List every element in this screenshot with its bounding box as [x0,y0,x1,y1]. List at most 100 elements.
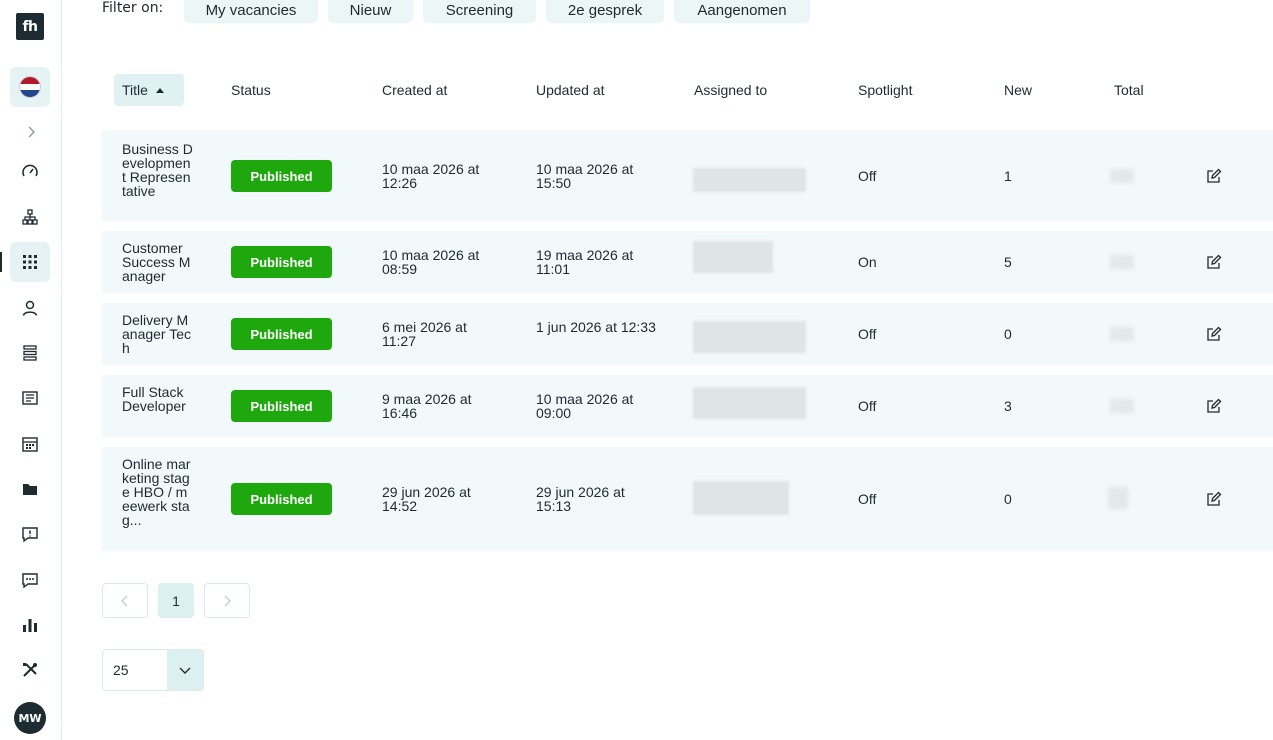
total-count-redacted [1110,255,1134,269]
filter-label: Filter on: [102,0,164,16]
tools-icon [23,663,37,677]
spotlight-value: On [858,254,877,270]
table-row[interactable]: Online marketing stage HBO / meewerk sta… [102,447,1273,551]
expand-sidebar-icon[interactable] [23,124,39,140]
grid-icon [23,255,37,269]
page-button-current[interactable]: 1 [158,583,194,618]
column-header-status[interactable]: Status [231,82,271,98]
table-row[interactable]: Business Development Representative Publ… [102,130,1273,221]
created-date: 10 maa 2026 at 08:59 [382,247,480,277]
column-header-created[interactable]: Created at [382,82,447,98]
nav-dashboard[interactable] [10,152,50,192]
created-date: 9 maa 2026 at 16:46 [382,391,472,421]
total-count-redacted [1108,487,1128,509]
vacancy-title[interactable]: Customer Success Manager [122,241,194,283]
per-page-select[interactable]: 25 [102,649,204,691]
per-page-value: 25 [113,662,129,678]
nav-feedback[interactable] [10,514,50,554]
nav-files[interactable] [10,469,50,509]
new-count: 0 [1004,326,1012,342]
spotlight-value: Off [858,491,877,507]
created-date: 6 mei 2026 at 11:27 [382,319,467,349]
spotlight-value: Off [858,398,877,414]
spotlight-value: Off [858,326,877,342]
updated-date: 10 maa 2026 at 09:00 [536,391,634,421]
column-header-title[interactable]: Title [114,74,184,106]
nav-messages[interactable] [10,560,50,600]
table-row[interactable]: Customer Success Manager Published 10 ma… [102,231,1273,293]
org-chart-icon [22,209,38,225]
total-count-redacted [1110,169,1134,183]
sort-ascending-icon [155,87,164,93]
created-date: 29 jun 2026 at 14:52 [382,484,471,514]
new-count: 0 [1004,491,1012,507]
edit-icon[interactable] [1206,491,1222,507]
assigned-to-redacted [693,241,773,273]
edit-icon[interactable] [1206,326,1222,342]
column-header-updated[interactable]: Updated at [536,82,605,98]
edit-icon[interactable] [1206,254,1222,270]
nav-settings[interactable] [10,650,50,690]
filter-chip-nieuw[interactable]: Nieuw [328,0,413,23]
chevron-left-icon [121,595,128,606]
filter-chip-2e-gesprek[interactable]: 2e gesprek [546,0,664,23]
table-row[interactable]: Delivery Manager Tech Published 6 mei 20… [102,303,1273,365]
spotlight-value: Off [858,168,877,184]
user-avatar[interactable]: MW [14,702,46,734]
chevron-right-icon [224,595,231,606]
nav-calendar[interactable] [10,424,50,464]
folder-icon [23,484,37,495]
column-header-assigned[interactable]: Assigned to [694,82,767,98]
vacancy-title[interactable]: Online marketing stage HBO / meewerk sta… [122,457,194,527]
previous-page-button[interactable] [102,583,148,618]
dutch-flag-icon [19,76,41,98]
nav-reports[interactable] [10,605,50,645]
new-count: 3 [1004,398,1012,414]
nav-content[interactable] [10,378,50,418]
filter-chip-my-vacancies[interactable]: My vacancies [184,0,318,23]
vacancy-title[interactable]: Full Stack Developer [122,385,194,413]
per-page-dropdown-toggle[interactable] [167,650,203,690]
vacancy-title[interactable]: Delivery Manager Tech [122,313,194,355]
new-count: 5 [1004,254,1012,270]
vacancy-title[interactable]: Business Development Representative [122,142,194,198]
user-icon [22,300,38,316]
created-date: 10 maa 2026 at 12:26 [382,161,480,191]
app-logo[interactable]: fh [16,13,44,40]
newspaper-icon [22,391,38,405]
next-page-button[interactable] [204,583,250,618]
language-switcher[interactable] [10,67,50,107]
filter-chip-aangenomen[interactable]: Aangenomen [674,0,810,23]
status-badge: Published [231,483,332,515]
column-header-total[interactable]: Total [1114,82,1144,98]
active-indicator [0,252,2,272]
status-badge: Published [231,318,332,350]
nav-organisation[interactable] [10,197,50,237]
column-header-title-label: Title [122,82,148,98]
updated-date: 1 jun 2026 at 12:33 [536,319,656,335]
nav-vacancies[interactable] [10,242,50,282]
nav-lists[interactable] [10,333,50,373]
total-count-redacted [1110,399,1134,413]
updated-date: 29 jun 2026 at 15:13 [536,484,625,514]
status-badge: Published [231,246,332,278]
column-header-spotlight[interactable]: Spotlight [858,82,912,98]
nav-candidates[interactable] [10,288,50,328]
status-badge: Published [231,160,332,192]
filter-chip-screening[interactable]: Screening [423,0,536,23]
edit-icon[interactable] [1206,168,1222,184]
sidebar: fh MW [0,0,62,740]
column-header-new[interactable]: New [1004,82,1032,98]
bar-chart-icon [23,619,37,632]
new-count: 1 [1004,168,1012,184]
assigned-to-redacted [693,481,789,515]
assigned-to-redacted [693,387,806,419]
updated-date: 10 maa 2026 at 15:50 [536,161,634,191]
table-row[interactable]: Full Stack Developer Published 9 maa 202… [102,375,1273,437]
chat-icon [22,573,38,589]
chevron-down-icon [179,667,191,674]
updated-date: 19 maa 2026 at 11:01 [536,247,634,277]
feedback-icon [22,527,38,543]
assigned-to-redacted [693,168,806,192]
edit-icon[interactable] [1206,398,1222,414]
